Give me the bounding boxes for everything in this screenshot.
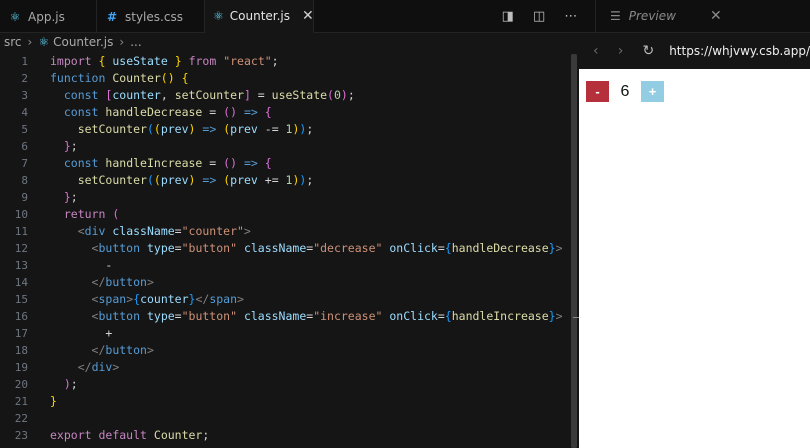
code-line: 10 return ( — [0, 206, 579, 223]
editor-tab-bar: ⚛ App.js # styles.css ⚛ Counter.js ✕ ◨ ◫… — [0, 0, 810, 33]
refresh-icon[interactable]: ↻ — [642, 43, 667, 59]
line-number: 8 — [21, 174, 28, 187]
forward-arrow-icon[interactable]: › — [618, 43, 643, 59]
code-line: 8 setCounter((prev) => (prev += 1)); — [0, 172, 579, 189]
preview-pane: ‹ › ↻ https://whjvwy.csb.app/ - 6 + — [579, 33, 810, 448]
line-number: 5 — [21, 123, 28, 136]
line-number: 19 — [14, 361, 28, 374]
line-number: 4 — [21, 106, 28, 119]
chevron-right-icon: › — [119, 35, 125, 49]
line-number: 9 — [21, 191, 28, 204]
counter-value: 6 — [620, 82, 630, 100]
code-line: 20 ); — [0, 376, 579, 393]
line-number: 2 — [21, 72, 28, 85]
line-number: 7 — [21, 157, 28, 170]
tab-bar-spacer — [314, 0, 484, 32]
increase-button[interactable]: + — [641, 81, 664, 102]
editor-actions: ◨ ◫ ⋯ — [484, 0, 596, 32]
back-arrow-icon[interactable]: ‹ — [593, 43, 618, 59]
line-number: 6 — [21, 140, 28, 153]
editor-scrollbar[interactable] — [571, 54, 577, 448]
line-number: 13 — [14, 259, 28, 272]
preview-toolbar: ‹ › ↻ https://whjvwy.csb.app/ — [579, 33, 810, 69]
code-line: 4 const handleDecrease = () => { — [0, 104, 579, 121]
code-line: 5 setCounter((prev) => (prev -= 1)); — [0, 121, 579, 138]
tab-label: App.js — [28, 9, 65, 24]
code-line: 18 </button> — [0, 342, 579, 359]
code-line: 12 <button type="button" className="decr… — [0, 240, 579, 257]
tab-label: Counter.js — [229, 9, 291, 23]
code-line: 1 import { useState } from "react"; — [0, 53, 579, 70]
line-number: 18 — [14, 344, 28, 357]
code-line: 13 - — [0, 257, 579, 274]
breadcrumb-file[interactable]: Counter.js — [53, 35, 113, 49]
code-line: 11 <div className="counter"> — [0, 223, 579, 240]
preview-icon: ☰ — [610, 9, 621, 23]
code-line: 19 </div> — [0, 359, 579, 376]
react-icon: ⚛ — [213, 9, 224, 23]
toggle-sidebar-icon[interactable]: ◨ — [502, 9, 514, 24]
split-editor-icon[interactable]: ◫ — [533, 9, 545, 24]
line-number: 10 — [14, 208, 28, 221]
line-number: 22 — [14, 412, 28, 425]
chevron-right-icon: › — [27, 35, 33, 49]
line-number: 15 — [14, 293, 28, 306]
line-number: 12 — [14, 242, 28, 255]
line-number: 14 — [14, 276, 28, 289]
counter-widget: - 6 + — [586, 81, 664, 102]
hash-icon: # — [106, 9, 118, 24]
code-line: 7 const handleIncrease = () => { — [0, 155, 579, 172]
code-editor[interactable]: 1 import { useState } from "react"; 2 func… — [0, 51, 579, 448]
tab-styles-css[interactable]: # styles.css — [97, 0, 205, 33]
line-number: 1 — [21, 55, 28, 68]
react-icon: ⚛ — [38, 35, 50, 49]
line-number: 16 — [14, 310, 28, 323]
breadcrumb-more[interactable]: ... — [130, 35, 141, 49]
code-line: 17 + — [0, 325, 579, 342]
code-line: 15 <span>{counter}</span> — [0, 291, 579, 308]
code-line: 23 export default Counter; — [0, 427, 579, 444]
tab-app-js[interactable]: ⚛ App.js — [0, 0, 97, 33]
decrease-button[interactable]: - — [586, 81, 609, 102]
more-actions-icon[interactable]: ⋯ — [564, 9, 577, 24]
code-line: 16 <button type="button" className="incr… — [0, 308, 579, 325]
breadcrumb-folder[interactable]: src — [4, 35, 22, 49]
line-number: 21 — [14, 395, 28, 408]
tab-counter-js[interactable]: ⚛ Counter.js ✕ — [205, 0, 314, 33]
code-line: 9 }; — [0, 189, 579, 206]
code-line: 6 }; — [0, 138, 579, 155]
tab-preview[interactable]: ☰ Preview ✕ — [596, 0, 810, 32]
line-number: 23 — [14, 429, 28, 442]
close-icon[interactable]: ✕ — [710, 8, 722, 24]
line-number: 3 — [21, 89, 28, 102]
line-number: 11 — [14, 225, 28, 238]
tab-label: styles.css — [125, 9, 183, 24]
react-icon: ⚛ — [9, 9, 21, 24]
line-number: 17 — [14, 327, 28, 340]
breadcrumb: src › ⚛ Counter.js › ... — [0, 33, 579, 51]
code-line: 21} — [0, 393, 579, 410]
preview-tab-label: Preview — [628, 9, 676, 23]
line-number: 20 — [14, 378, 28, 391]
close-icon[interactable]: ✕ — [302, 8, 314, 24]
preview-url[interactable]: https://whjvwy.csb.app/ — [669, 44, 810, 58]
code-line: 2 function Counter() { — [0, 70, 579, 87]
code-line: 22 — [0, 410, 579, 427]
code-line: 3 const [counter, setCounter] = useState… — [0, 87, 579, 104]
code-line: 14 </button> — [0, 274, 579, 291]
